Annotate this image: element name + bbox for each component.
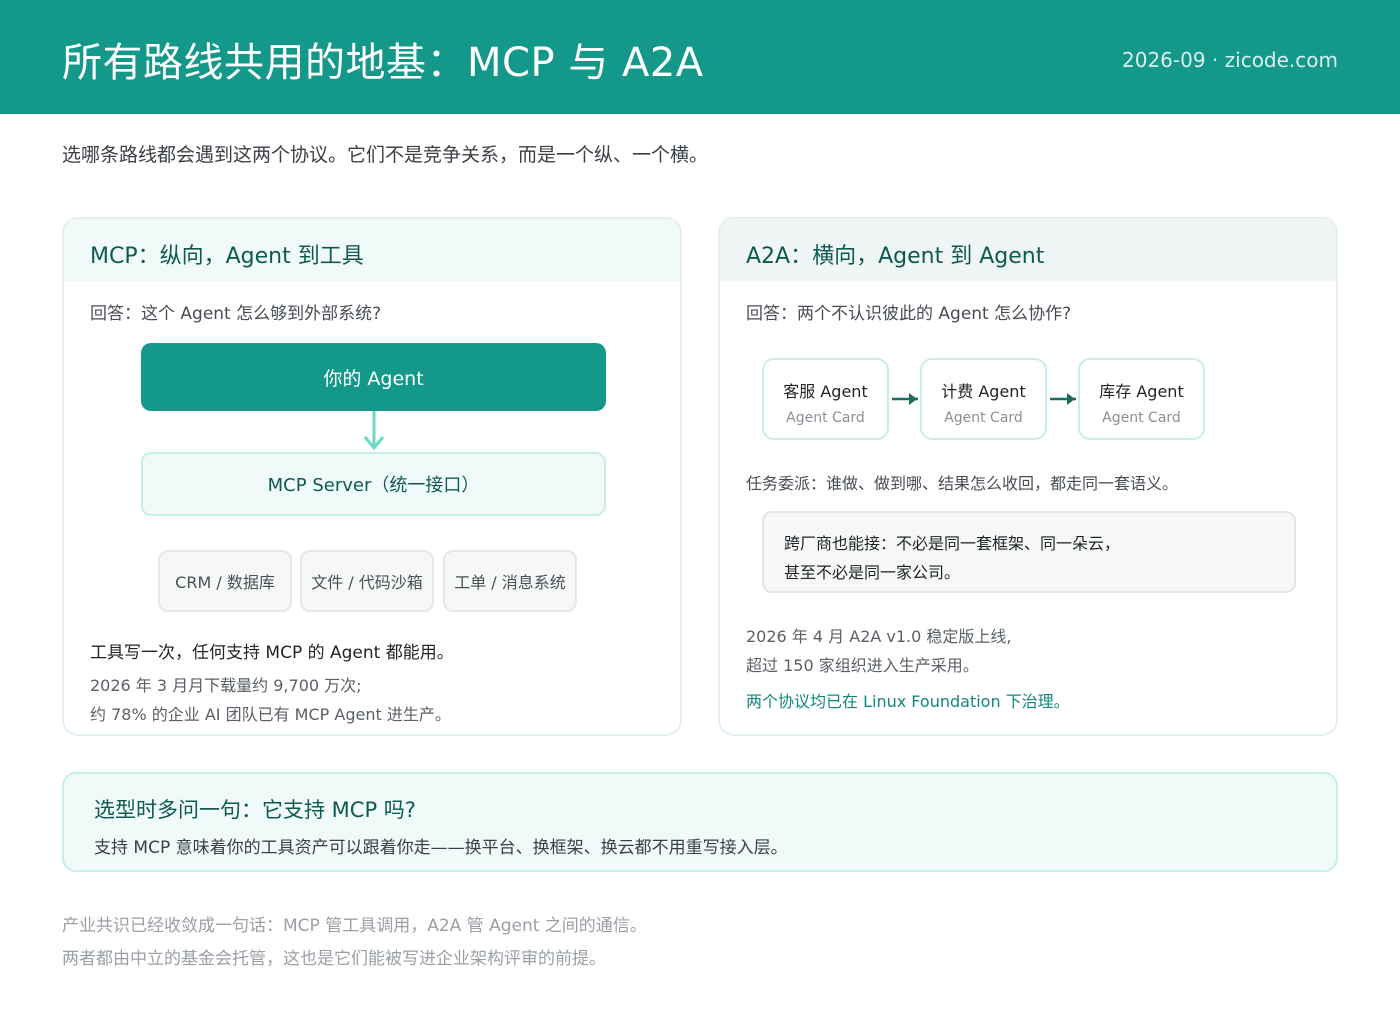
tool-label: 工单 / 消息系统 [454,573,566,592]
mcp-server-box: MCP Server（统一接口） [141,452,606,516]
peer-agent-billing: 计费 Agent Agent Card [920,358,1047,440]
footer-text: 两者都由中立的基金会托管，这也是它们能被写进企业架构评审的前提。 [62,949,606,969]
bidirectional-arrow-icon [1050,393,1076,405]
mcp-key-point: 工具写一次，任何支持 MCP 的 Agent 都能用。 [90,643,454,663]
your-agent-box: 你的 Agent [141,343,606,411]
a2a-card-header: A2A：横向，Agent 到 Agent [720,219,1336,281]
mcp-card-title: MCP：纵向，Agent 到工具 [90,244,364,269]
tool-label: CRM / 数据库 [175,573,275,592]
page-header: 所有路线共用的地基：MCP 与 A2A 2026-09 · zicode.com [0,0,1400,114]
your-agent-label: 你的 Agent [323,367,424,390]
mcp-card-header: MCP：纵向，Agent 到工具 [64,219,680,281]
mcp-stat-downloads: 2026 年 3 月月下载量约 9,700 万次; [90,676,362,695]
mcp-server-label: MCP Server（统一接口） [267,475,480,496]
peer-agent-card: Agent Card [1102,410,1181,426]
peer-agent-name: 库存 Agent [1099,382,1184,401]
a2a-note-line: 跨厂商也能接：不必是同一套框架、同一朵云， [784,534,1121,553]
peer-agent-name: 计费 Agent [941,382,1026,401]
intro-text: 选哪条路线都会遇到这两个协议。它们不是竞争关系，而是一个纵、一个横。 [62,144,709,166]
bidirectional-arrow-icon [892,393,918,405]
tool-box-tickets: 工单 / 消息系统 [443,550,577,612]
peer-agent-card: Agent Card [786,410,865,426]
a2a-stat-adoption: 超过 150 家组织进入生产采用。 [746,656,979,675]
a2a-question: 回答：两个不认识彼此的 Agent 怎么协作? [746,304,1072,324]
mcp-card: MCP：纵向，Agent 到工具 回答：这个 Agent 怎么够到外部系统? 你… [62,217,682,736]
a2a-note-box: 跨厂商也能接：不必是同一套框架、同一朵云， 甚至不必是同一家公司。 [762,511,1296,593]
tip-body: 支持 MCP 意味着你的工具资产可以跟着你走——换平台、换框架、换云都不用重写接… [94,838,788,858]
peer-agent-card: Agent Card [944,410,1023,426]
tool-box-files: 文件 / 代码沙箱 [300,550,434,612]
selection-tip-box: 选型时多问一句：它支持 MCP 吗? 支持 MCP 意味着你的工具资产可以跟着你… [62,772,1338,872]
arrow-down-icon [363,411,385,451]
a2a-card: A2A：横向，Agent 到 Agent 回答：两个不认识彼此的 Agent 怎… [718,217,1338,736]
peer-agent-inventory: 库存 Agent Agent Card [1078,358,1205,440]
mcp-question: 回答：这个 Agent 怎么够到外部系统? [90,304,382,324]
date-site-label: 2026-09 · zicode.com [1122,48,1338,72]
a2a-card-title: A2A：横向，Agent 到 Agent [746,244,1045,269]
tool-label: 文件 / 代码沙箱 [311,573,423,592]
page-title: 所有路线共用的地基：MCP 与 A2A [62,40,704,86]
peer-agent-support: 客服 Agent Agent Card [762,358,889,440]
a2a-task-text: 任务委派：谁做、做到哪、结果怎么收回，都走同一套语义。 [746,474,1179,493]
peer-agent-name: 客服 Agent [783,382,868,401]
a2a-note-line: 甚至不必是同一家公司。 [784,563,961,582]
a2a-governance-note: 两个协议均已在 Linux Foundation 下治理。 [746,692,1070,711]
tip-title: 选型时多问一句：它支持 MCP 吗? [94,798,416,822]
a2a-stat-release: 2026 年 4 月 A2A v1.0 稳定版上线, [746,627,1012,646]
mcp-stat-adoption: 约 78% 的企业 AI 团队已有 MCP Agent 进生产。 [90,705,451,724]
tool-box-crm: CRM / 数据库 [158,550,292,612]
footer-text: 产业共识已经收敛成一句话：MCP 管工具调用，A2A 管 Agent 之间的通信… [62,916,647,936]
